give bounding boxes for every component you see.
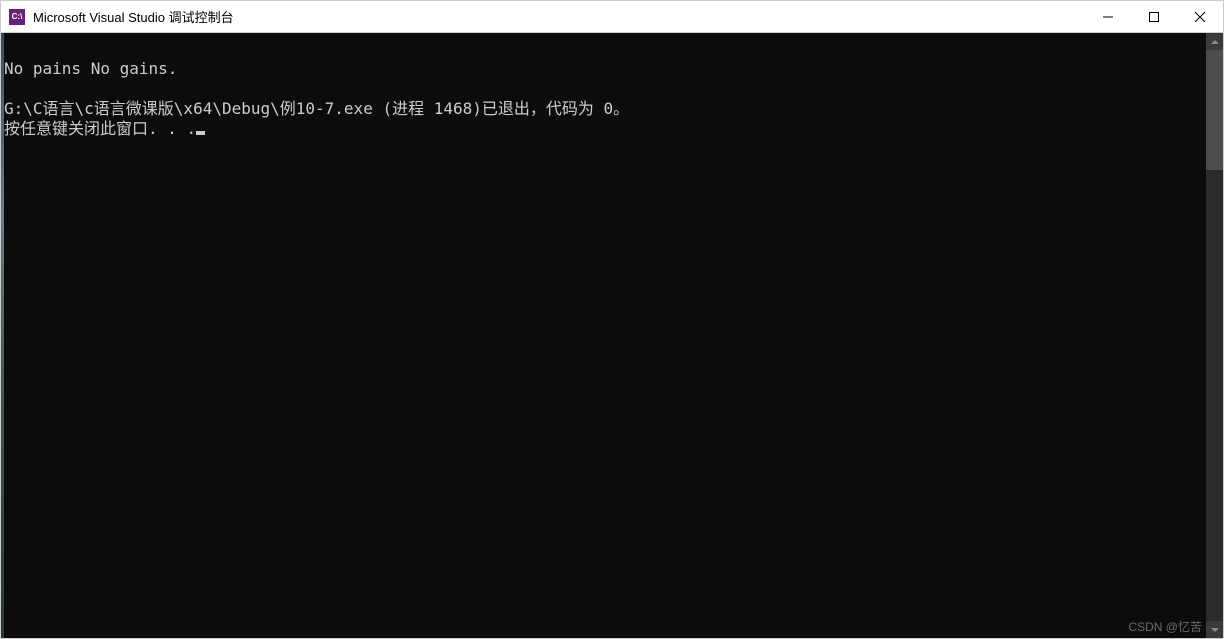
scroll-up-button[interactable] — [1206, 33, 1223, 50]
close-icon — [1195, 12, 1205, 22]
app-window: C:\ Microsoft Visual Studio 调试控制台 No pai… — [0, 0, 1224, 639]
window-title: Microsoft Visual Studio 调试控制台 — [33, 7, 234, 26]
scroll-down-button[interactable] — [1206, 621, 1223, 638]
scroll-thumb[interactable] — [1206, 50, 1223, 170]
console-line: 按任意键关闭此窗口. . . — [4, 119, 196, 138]
vertical-scrollbar[interactable] — [1206, 33, 1223, 638]
console-line: No pains No gains. — [4, 59, 177, 78]
chevron-down-icon — [1211, 628, 1219, 632]
text-cursor — [196, 131, 205, 135]
maximize-button[interactable] — [1131, 1, 1177, 32]
client-area: No pains No gains. G:\C语言\c语言微课版\x64\Deb… — [1, 33, 1223, 638]
minimize-button[interactable] — [1085, 1, 1131, 32]
app-icon: C:\ — [9, 9, 25, 25]
minimize-icon — [1103, 12, 1113, 22]
titlebar[interactable]: C:\ Microsoft Visual Studio 调试控制台 — [1, 1, 1223, 33]
window-controls — [1085, 1, 1223, 32]
console-output[interactable]: No pains No gains. G:\C语言\c语言微课版\x64\Deb… — [4, 33, 1206, 638]
chevron-up-icon — [1211, 40, 1219, 44]
close-button[interactable] — [1177, 1, 1223, 32]
console-line: G:\C语言\c语言微课版\x64\Debug\例10-7.exe (进程 14… — [4, 99, 629, 118]
maximize-icon — [1149, 12, 1159, 22]
